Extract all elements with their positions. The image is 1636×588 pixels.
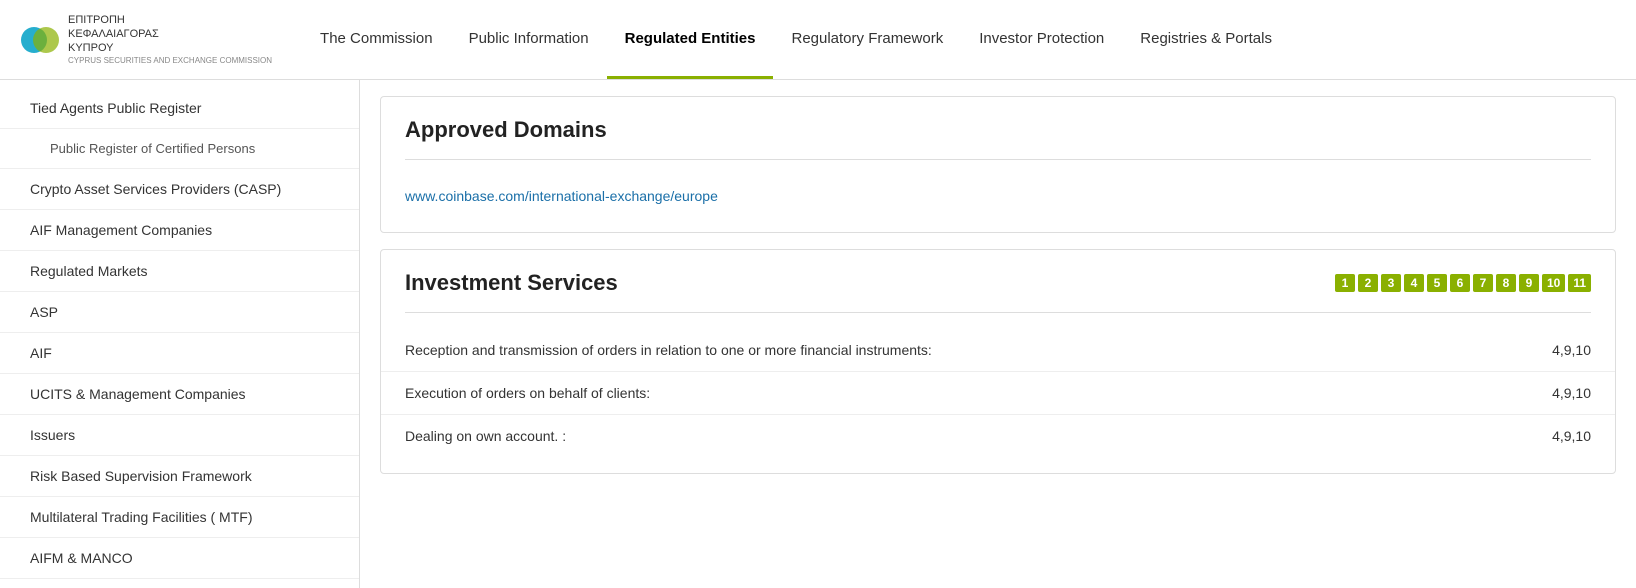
logo: ΕΠΙΤΡΟΠΗ ΚΕΦΑΛΑΙΑΓΟΡΑΣ ΚΥΠΡΟΥ CYPRUS SEC…	[20, 13, 272, 66]
service-label-1: Execution of orders on behalf of clients…	[405, 385, 1532, 401]
approved-domains-content: www.coinbase.com/international-exchange/…	[381, 176, 1615, 216]
badge-6[interactable]: 6	[1450, 274, 1470, 292]
service-row-0: Reception and transmission of orders in …	[381, 329, 1615, 371]
service-value-0: 4,9,10	[1552, 342, 1591, 358]
section-divider	[405, 159, 1591, 160]
nav-item-regulatory-framework[interactable]: Regulatory Framework	[773, 0, 961, 79]
service-row-2: Dealing on own account. : 4,9,10	[381, 414, 1615, 457]
badge-10[interactable]: 10	[1542, 274, 1565, 292]
nav-item-regulated-entities[interactable]: Regulated Entities	[607, 0, 774, 79]
service-value-2: 4,9,10	[1552, 428, 1591, 444]
service-label-0: Reception and transmission of orders in …	[405, 342, 1532, 358]
page-layout: Tied Agents Public Register Public Regis…	[0, 80, 1636, 588]
sidebar-item-risk-framework[interactable]: Risk Based Supervision Framework	[0, 456, 359, 497]
logo-line3: ΚΥΠΡΟΥ	[68, 41, 272, 55]
sidebar-item-aif[interactable]: AIF	[0, 333, 359, 374]
approved-domains-section: Approved Domains www.coinbase.com/intern…	[380, 96, 1616, 233]
badge-5[interactable]: 5	[1427, 274, 1447, 292]
header: ΕΠΙΤΡΟΠΗ ΚΕΦΑΛΑΙΑΓΟΡΑΣ ΚΥΠΡΟΥ CYPRUS SEC…	[0, 0, 1636, 80]
investment-services-title: Investment Services	[405, 270, 618, 296]
logo-sub: CYPRUS SECURITIES AND EXCHANGE COMMISSIO…	[68, 56, 272, 66]
badge-11[interactable]: 11	[1568, 274, 1591, 292]
sidebar-item-aifm-manco[interactable]: AIFM & MANCO	[0, 538, 359, 579]
logo-text: ΕΠΙΤΡΟΠΗ ΚΕΦΑΛΑΙΑΓΟΡΑΣ ΚΥΠΡΟΥ CYPRUS SEC…	[68, 13, 272, 66]
badge-8[interactable]: 8	[1496, 274, 1516, 292]
nav-item-public-info[interactable]: Public Information	[451, 0, 607, 79]
investment-section-divider	[405, 312, 1591, 313]
investment-services-section: Investment Services 1234567891011 Recept…	[380, 249, 1616, 474]
logo-line2: ΚΕΦΑΛΑΙΑΓΟΡΑΣ	[68, 27, 272, 41]
badge-1[interactable]: 1	[1335, 274, 1355, 292]
service-value-1: 4,9,10	[1552, 385, 1591, 401]
sidebar-item-issuers[interactable]: Issuers	[0, 415, 359, 456]
sidebar-item-mtf[interactable]: Multilateral Trading Facilities ( MTF)	[0, 497, 359, 538]
badge-2[interactable]: 2	[1358, 274, 1378, 292]
badge-7[interactable]: 7	[1473, 274, 1493, 292]
sidebar-item-aif-mgmt[interactable]: AIF Management Companies	[0, 210, 359, 251]
badges-container: 1234567891011	[1335, 274, 1591, 292]
sidebar-item-ucits[interactable]: UCITS & Management Companies	[0, 374, 359, 415]
nav-item-commission[interactable]: The Commission	[302, 0, 451, 79]
nav-item-investor-protection[interactable]: Investor Protection	[961, 0, 1122, 79]
sidebar-item-certified-persons[interactable]: Public Register of Certified Persons	[0, 129, 359, 169]
logo-line1: ΕΠΙΤΡΟΠΗ	[68, 13, 272, 27]
approved-domains-title: Approved Domains	[381, 97, 1615, 159]
badge-3[interactable]: 3	[1381, 274, 1401, 292]
badge-9[interactable]: 9	[1519, 274, 1539, 292]
nav-item-registries[interactable]: Registries & Portals	[1122, 0, 1290, 79]
badge-4[interactable]: 4	[1404, 274, 1424, 292]
investment-services-header: Investment Services 1234567891011	[381, 250, 1615, 312]
domain-link[interactable]: www.coinbase.com/international-exchange/…	[405, 176, 1591, 216]
logo-icon	[20, 15, 60, 65]
investment-services-rows: Reception and transmission of orders in …	[381, 329, 1615, 457]
sidebar-item-tied-agents[interactable]: Tied Agents Public Register	[0, 88, 359, 129]
main-content: Approved Domains www.coinbase.com/intern…	[360, 80, 1636, 588]
sidebar-item-asp[interactable]: ASP	[0, 292, 359, 333]
sidebar-item-casp[interactable]: Crypto Asset Services Providers (CASP)	[0, 169, 359, 210]
service-row-1: Execution of orders on behalf of clients…	[381, 371, 1615, 414]
sidebar-item-regulated-markets[interactable]: Regulated Markets	[0, 251, 359, 292]
service-label-2: Dealing on own account. :	[405, 428, 1532, 444]
main-nav: The Commission Public Information Regula…	[302, 0, 1290, 79]
sidebar: Tied Agents Public Register Public Regis…	[0, 80, 360, 588]
